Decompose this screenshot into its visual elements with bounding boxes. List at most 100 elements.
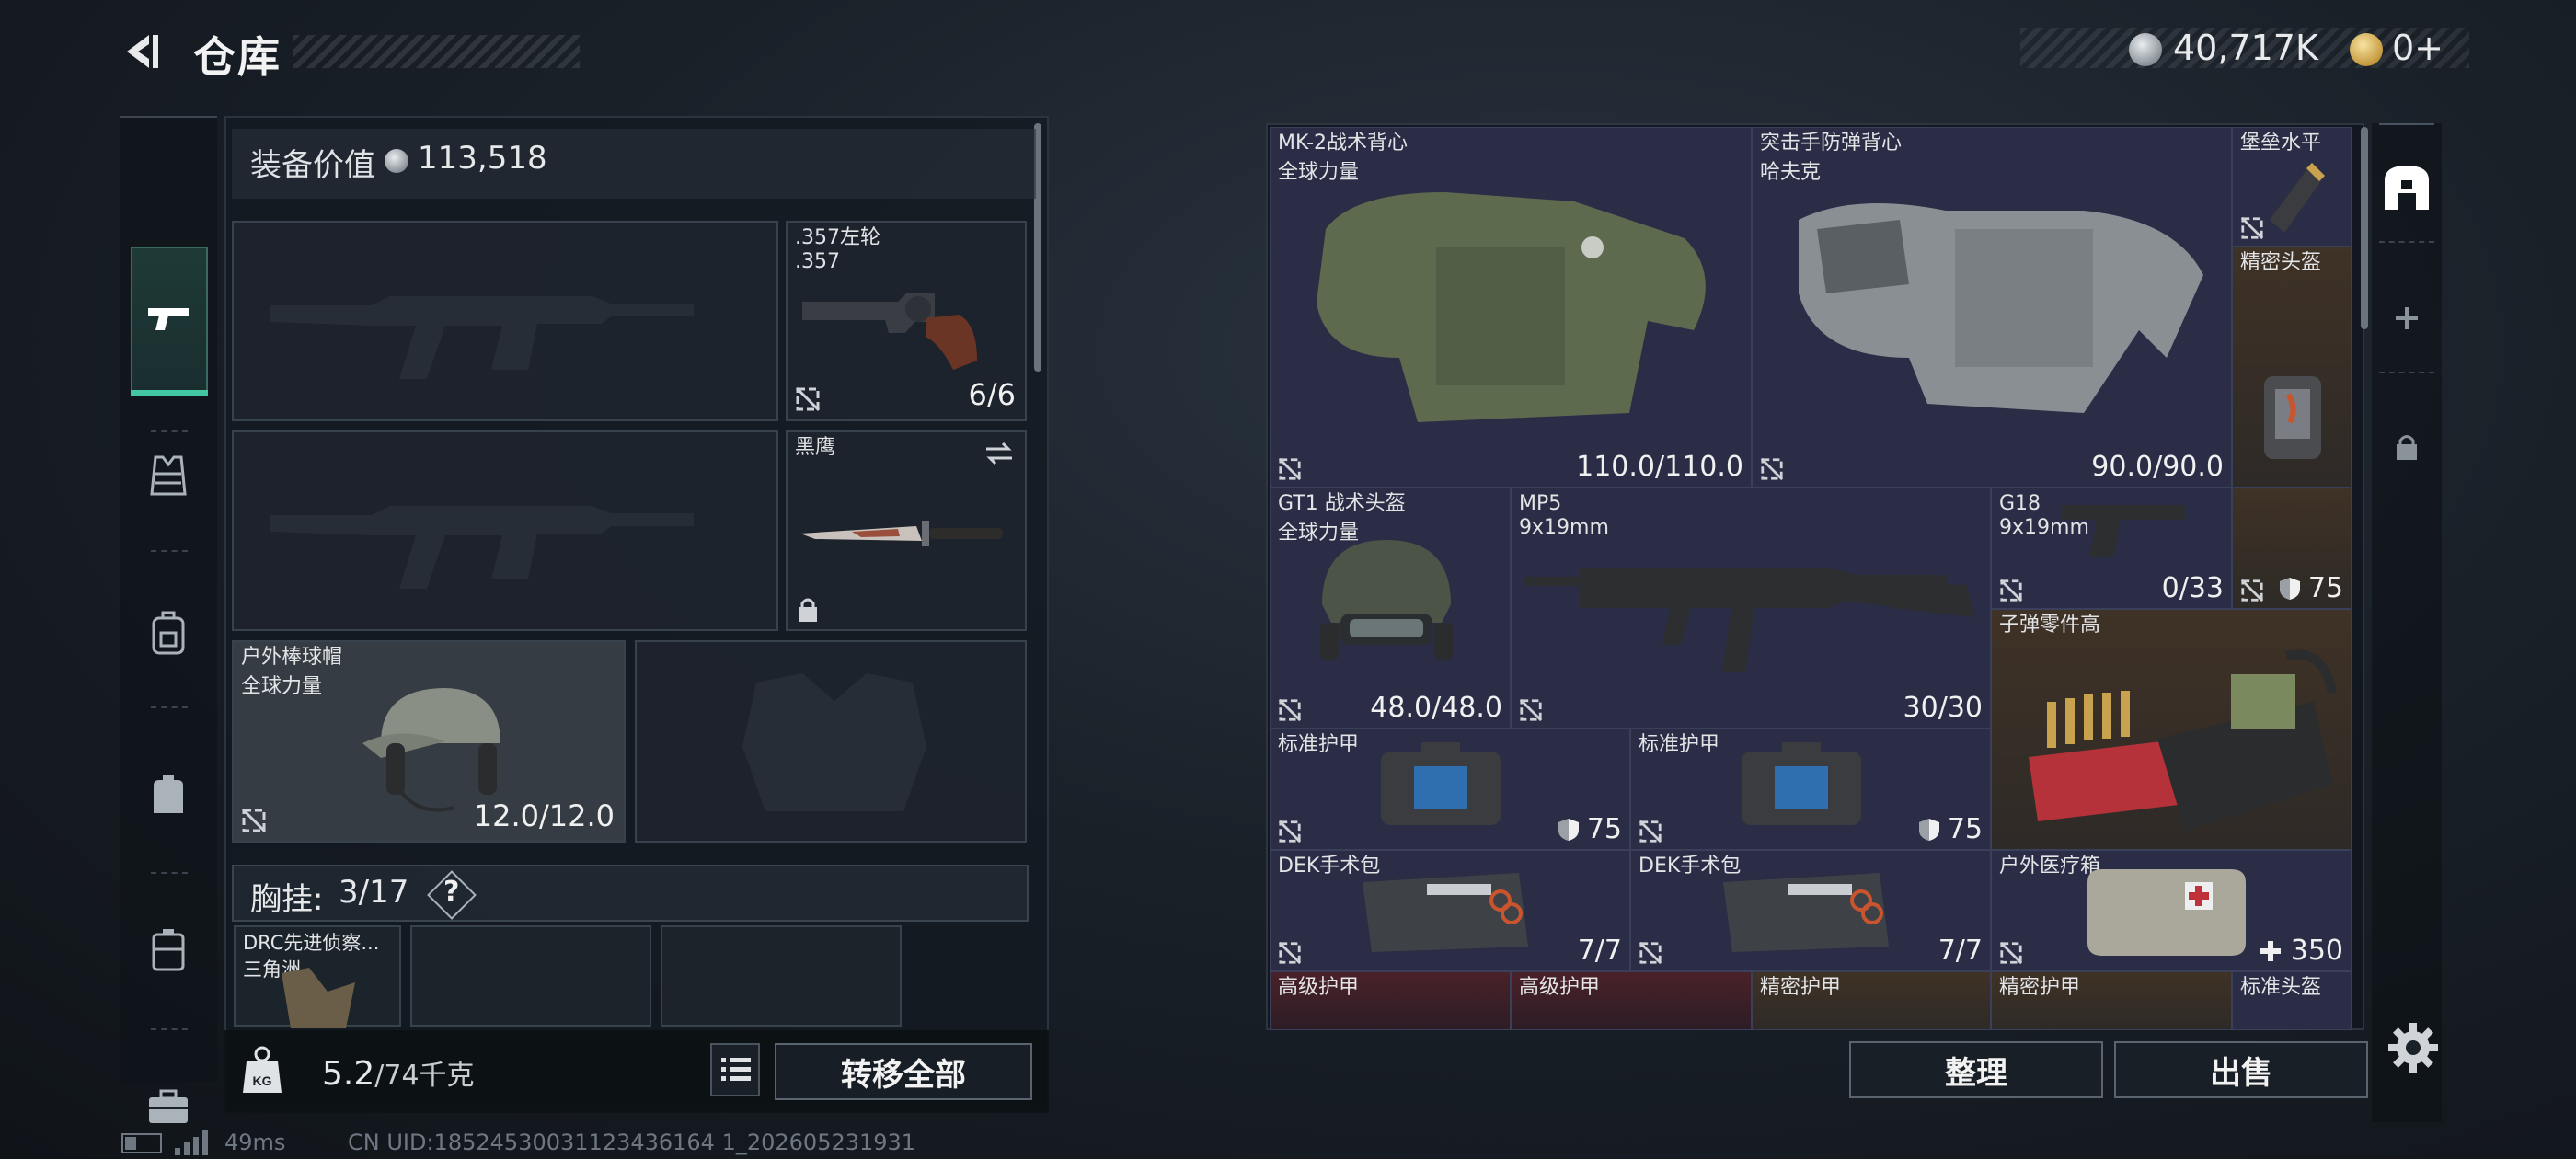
- stash-item-mp5[interactable]: MP5 9x19mm 30/30: [1511, 488, 1991, 729]
- uninsured-icon: [1999, 941, 2023, 965]
- item-name: 高级护甲: [1519, 976, 1601, 999]
- knife-icon: [800, 521, 1003, 546]
- stash-item-fortress[interactable]: 堡垒水平: [2232, 127, 2352, 247]
- medkit-icon: [2087, 869, 2246, 956]
- sort-button[interactable]: 整理: [1849, 1041, 2103, 1098]
- rig-empty-slot[interactable]: [410, 925, 651, 1027]
- rig-item-icon: [282, 968, 355, 1028]
- stash-item-mk2-vest[interactable]: MK-2战术背心 全球力量 110.0/110.0: [1270, 127, 1752, 488]
- surgery-kit-icon: [1363, 873, 1528, 952]
- item-name: 子弹零件高: [1999, 614, 2101, 637]
- rig-empty-slot[interactable]: [661, 925, 902, 1027]
- item-name: 堡垒水平: [2240, 132, 2322, 155]
- list-view-button[interactable]: [710, 1043, 760, 1096]
- uninsured-icon: [1278, 457, 1302, 481]
- stash-item-precision-armor-1[interactable]: 精密护甲: [1752, 971, 1991, 1030]
- back-arrow-icon[interactable]: [118, 29, 162, 74]
- gold-balance[interactable]: 0+: [2392, 28, 2444, 68]
- equipment-value-label: 装备价值: [250, 147, 375, 184]
- shield-icon: [1558, 819, 1579, 841]
- stash-item-standard-armor-1[interactable]: 标准护甲 75: [1270, 729, 1630, 850]
- stash-item-precision-helmet-status[interactable]: 75: [2232, 488, 2352, 609]
- item-name: 标准头盔: [2240, 976, 2322, 999]
- battery-icon: [121, 1133, 162, 1153]
- nav-pack-icon[interactable]: [131, 756, 206, 832]
- stash-item-standard-armor-2[interactable]: 标准护甲 75: [1630, 729, 1991, 850]
- uninsured-icon: [1278, 941, 1302, 965]
- uninsured-icon: [1760, 457, 1784, 481]
- stash-item-precision-armor-2[interactable]: 精密护甲: [1991, 971, 2232, 1030]
- stash-item-dek-kit-2[interactable]: DEK手术包 7/7: [1630, 850, 1991, 971]
- item-armor-level: 75: [1947, 813, 1983, 845]
- item-name: MK-2战术背心: [1278, 132, 1409, 155]
- stash-item-g18[interactable]: G18 9x19mm 0/33: [1991, 488, 2232, 609]
- nav-case-icon[interactable]: [131, 912, 206, 988]
- shield-icon: [2280, 578, 2300, 600]
- uninsured-icon: [1639, 820, 1662, 843]
- item-name: 标准护甲: [1639, 733, 1720, 756]
- left-nav: [120, 116, 217, 1123]
- primary-weapon-slot-2[interactable]: [232, 430, 778, 631]
- equipment-value: 113,518: [418, 140, 547, 177]
- item-uses: 7/7: [1577, 935, 1622, 967]
- stash-item-assault-vest[interactable]: 突击手防弹背心 哈夫克 90.0/90.0: [1752, 127, 2232, 488]
- add-stash-tab-icon[interactable]: [2388, 300, 2425, 337]
- stash-tab-main-icon[interactable]: [2379, 160, 2434, 215]
- chest-rig-count: 3/17: [339, 874, 409, 911]
- stash-item-advanced-armor-2[interactable]: 高级护甲: [1511, 971, 1752, 1030]
- chest-rig-label: 胸挂:: [250, 881, 324, 918]
- shield-icon: [1919, 819, 1939, 841]
- uninsured-icon: [1999, 579, 2023, 602]
- nav-vest-icon[interactable]: [131, 438, 206, 513]
- uninsured-icon: [1639, 941, 1662, 965]
- ping-readout: 49ms: [224, 1130, 286, 1155]
- tactical-helmet-icon: [1320, 540, 1453, 660]
- uninsured-icon: [1278, 698, 1302, 722]
- rifle-silhouette-icon: [270, 506, 694, 589]
- uninsured-icon: [241, 808, 267, 833]
- settings-gear-icon[interactable]: [2386, 1021, 2440, 1074]
- item-name: GT1 战术头盔: [1278, 492, 1406, 515]
- weight-max: /74千克: [374, 1060, 475, 1092]
- sell-button[interactable]: 出售: [2114, 1041, 2368, 1098]
- stash-item-outdoor-medkit[interactable]: 户外医疗箱 350: [1991, 850, 2352, 971]
- stash-item-advanced-armor-1[interactable]: 高级护甲: [1270, 971, 1511, 1030]
- item-name: 突击手防弹背心: [1760, 132, 1903, 155]
- uninsured-icon: [2240, 579, 2264, 602]
- nav-backpack-icon[interactable]: [131, 596, 206, 671]
- page-title: 仓库: [193, 32, 282, 82]
- item-durability: 90.0/90.0: [2091, 451, 2224, 483]
- pistol-ammo: 6/6: [968, 377, 1017, 412]
- weight-current: 5.2: [322, 1055, 375, 1093]
- stash-item-dek-kit-1[interactable]: DEK手术包 7/7: [1270, 850, 1630, 971]
- primary-weapon-slot-1[interactable]: [232, 221, 778, 421]
- rig-item-slot[interactable]: DRC先进侦察... 三角洲: [234, 925, 401, 1028]
- pistol-slot[interactable]: .357左轮 .357 6/6: [786, 221, 1027, 421]
- helmet-brand: 全球力量: [241, 675, 323, 698]
- gold-coin-icon: [2350, 33, 2383, 66]
- signal-icon: [175, 1130, 208, 1155]
- transfer-all-button[interactable]: 转移全部: [775, 1043, 1032, 1100]
- melee-name: 黑鹰: [795, 436, 836, 459]
- helmet-slot[interactable]: 户外棒球帽 全球力量 12.0/12.0: [232, 640, 626, 843]
- stash-item-standard-helmet[interactable]: 标准头盔: [2232, 971, 2352, 1030]
- nav-weapons-pistol-icon[interactable]: [131, 283, 206, 359]
- uninsured-icon: [795, 386, 821, 412]
- stash-item-precision-helmet[interactable]: 精密头盔: [2232, 247, 2352, 488]
- silver-balance: 40,717K: [2173, 28, 2318, 68]
- armor-kit-icon: [1742, 742, 1861, 825]
- armor-slot[interactable]: [635, 640, 1027, 843]
- swap-icon[interactable]: [983, 440, 1016, 467]
- armor-plate-icon: [2264, 376, 2321, 459]
- item-armor-level: 75: [2307, 572, 2343, 604]
- locked-stash-tab-icon[interactable]: [2394, 432, 2420, 462]
- stash-scrollbar[interactable]: [2361, 127, 2368, 329]
- item-name: 高级护甲: [1278, 976, 1360, 999]
- stash-item-ammo-parts[interactable]: 子弹零件高: [1991, 609, 2352, 850]
- item-uses: 7/7: [1938, 935, 1983, 967]
- melee-slot[interactable]: 黑鹰: [786, 430, 1027, 631]
- stash-item-gt1-helmet[interactable]: GT1 战术头盔 全球力量 48.0/48.0: [1270, 488, 1511, 729]
- armor-kit-icon: [1381, 742, 1501, 825]
- item-caliber: 9x19mm: [1519, 516, 1609, 539]
- nav-active-indicator: [131, 390, 208, 396]
